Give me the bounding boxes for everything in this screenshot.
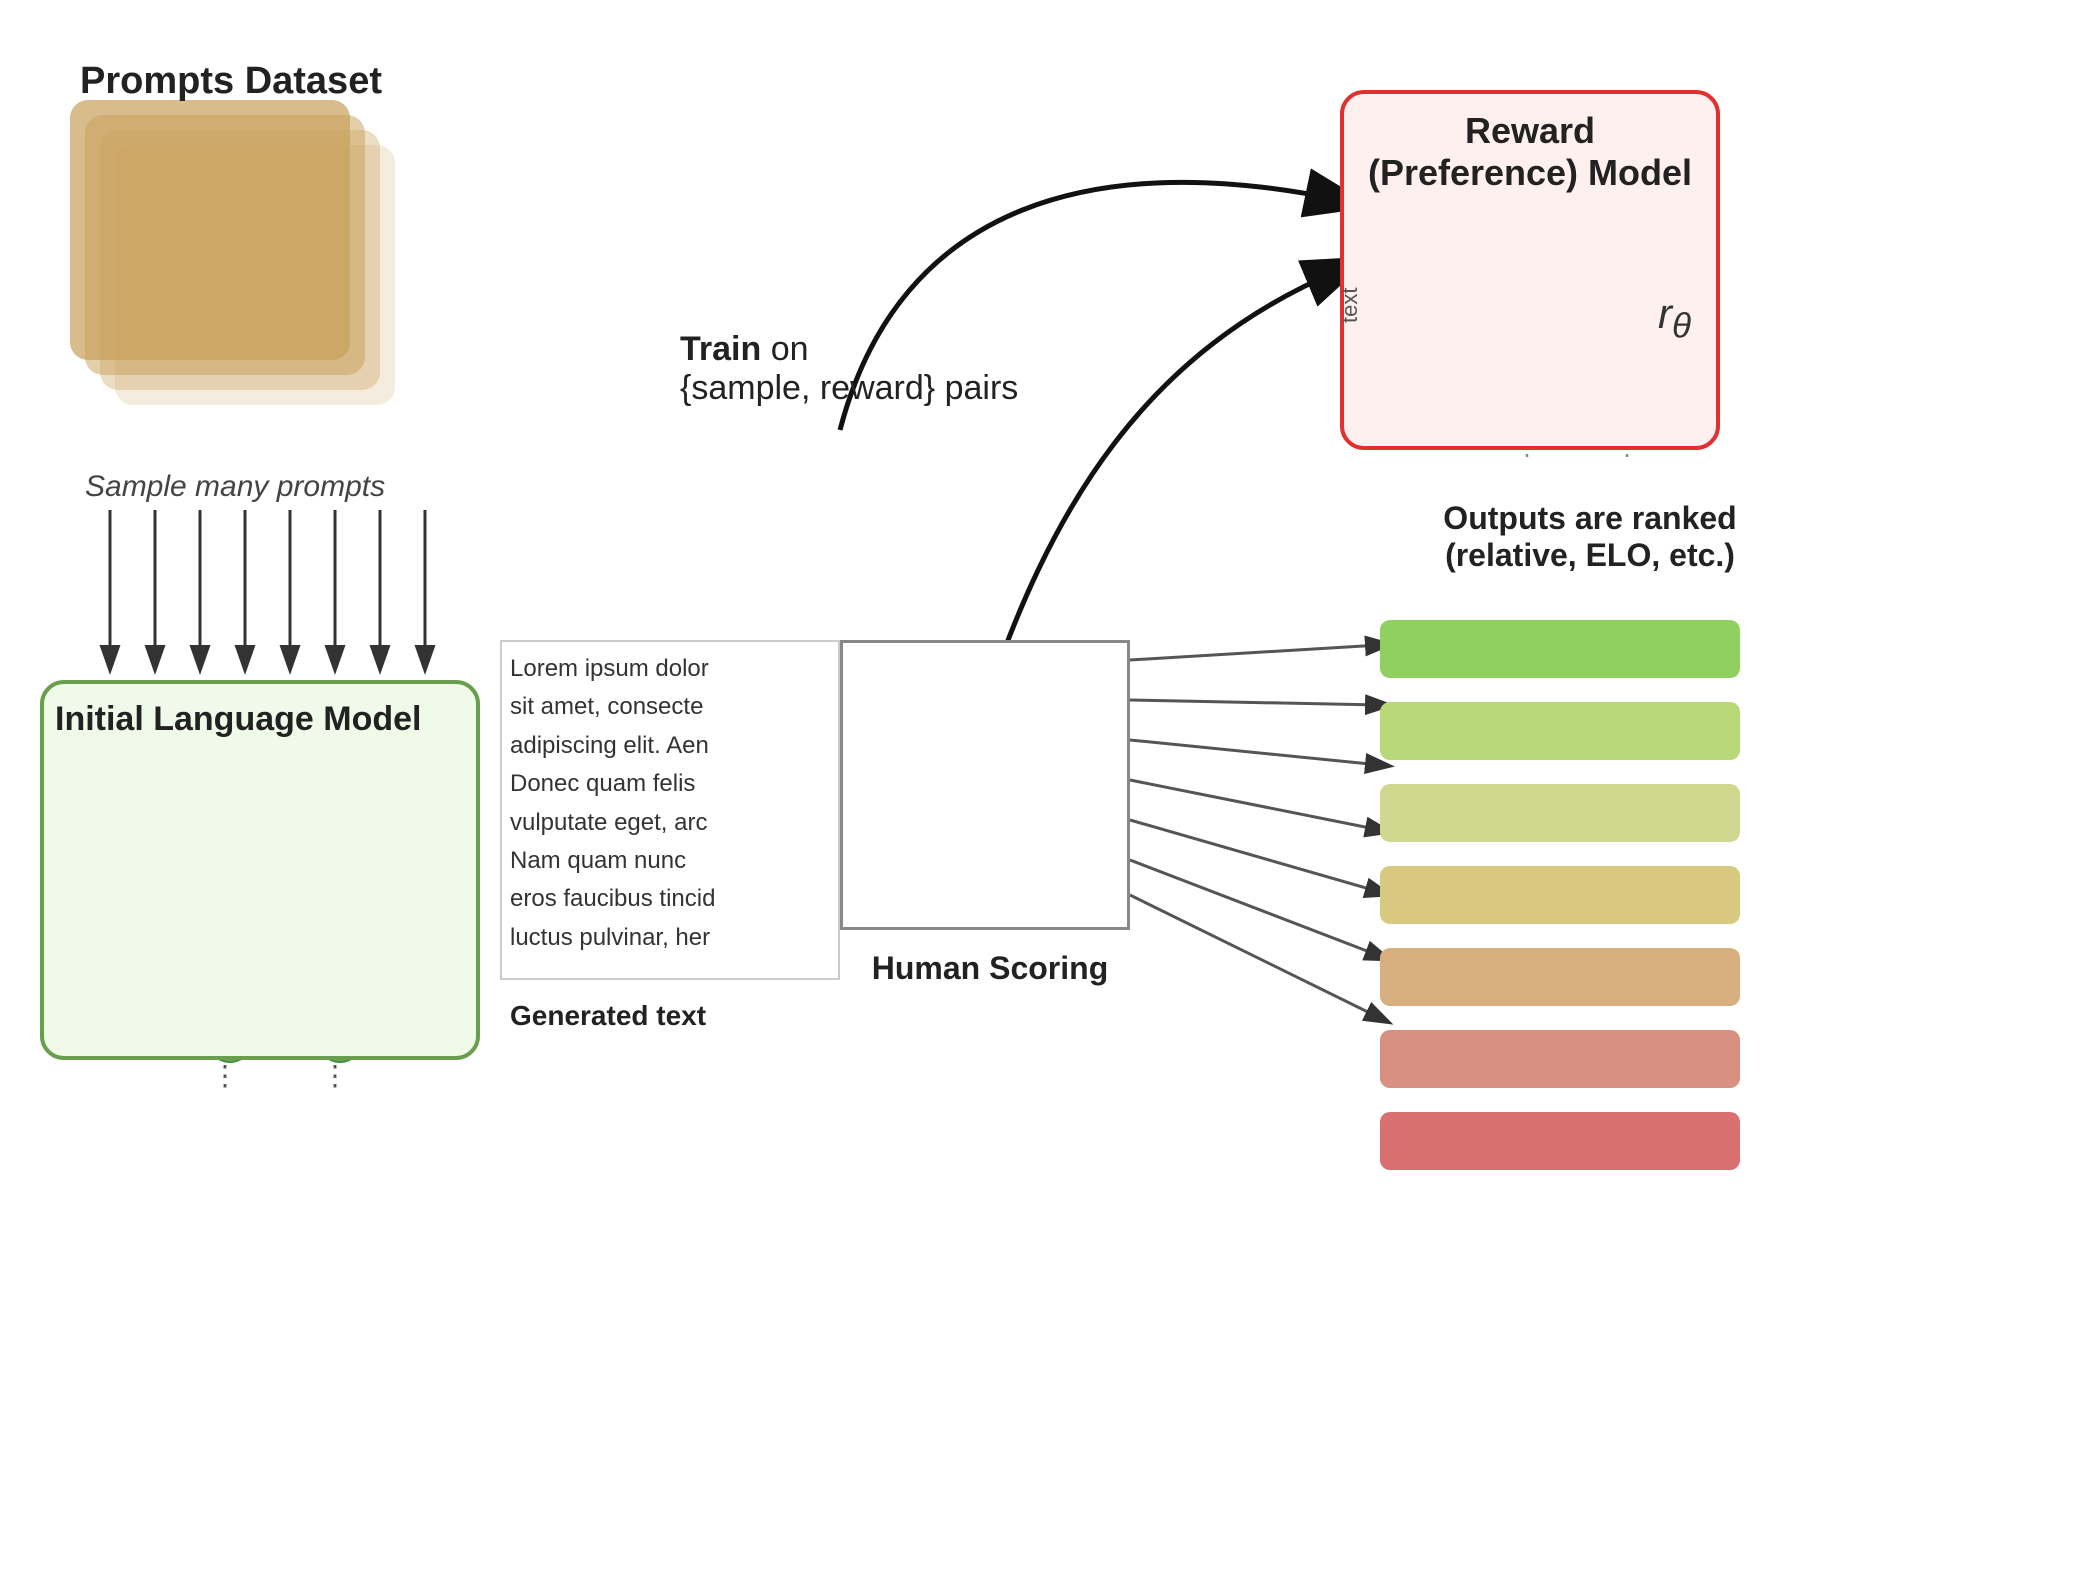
ranked-bar-1 — [1380, 620, 1740, 678]
svg-text:⋮: ⋮ — [211, 1060, 239, 1091]
outputs-title: Outputs are ranked (relative, ELO, etc.) — [1400, 500, 1780, 574]
ranked-bar-3 — [1380, 784, 1740, 842]
generated-text-label: Generated text — [510, 1000, 706, 1032]
train-text: Train on{sample, reward} pairs — [680, 330, 1018, 408]
ranked-bar-2 — [1380, 702, 1740, 760]
train-bold-text: Train — [680, 330, 761, 368]
ranked-bar-7 — [1380, 1112, 1740, 1170]
ranked-bar-4 — [1380, 866, 1740, 924]
ranked-bar-6 — [1380, 1030, 1740, 1088]
ranked-bar-5 — [1380, 948, 1740, 1006]
sample-prompts-text: Sample many prompts — [85, 470, 385, 504]
reward-model-title: Reward (Preference) Model — [1355, 110, 1705, 194]
generated-text-content: Lorem ipsum dolor sit amet, consecte adi… — [510, 650, 820, 957]
r-theta-label: rθ — [1658, 290, 1691, 346]
human-scoring-box — [840, 640, 1130, 930]
svg-text:⋮: ⋮ — [321, 1060, 349, 1091]
ranked-bars-container — [1380, 620, 1740, 1170]
human-scoring-label: Human Scoring — [860, 950, 1120, 987]
diagram-container: ⋮ ⋮ — [0, 0, 2080, 1571]
text-rotated-label: text — [1337, 288, 1363, 323]
arrows-down-group — [110, 510, 425, 660]
ilm-title: Initial Language Model — [55, 700, 435, 739]
prompts-dataset-title: Prompts Dataset — [80, 60, 382, 103]
